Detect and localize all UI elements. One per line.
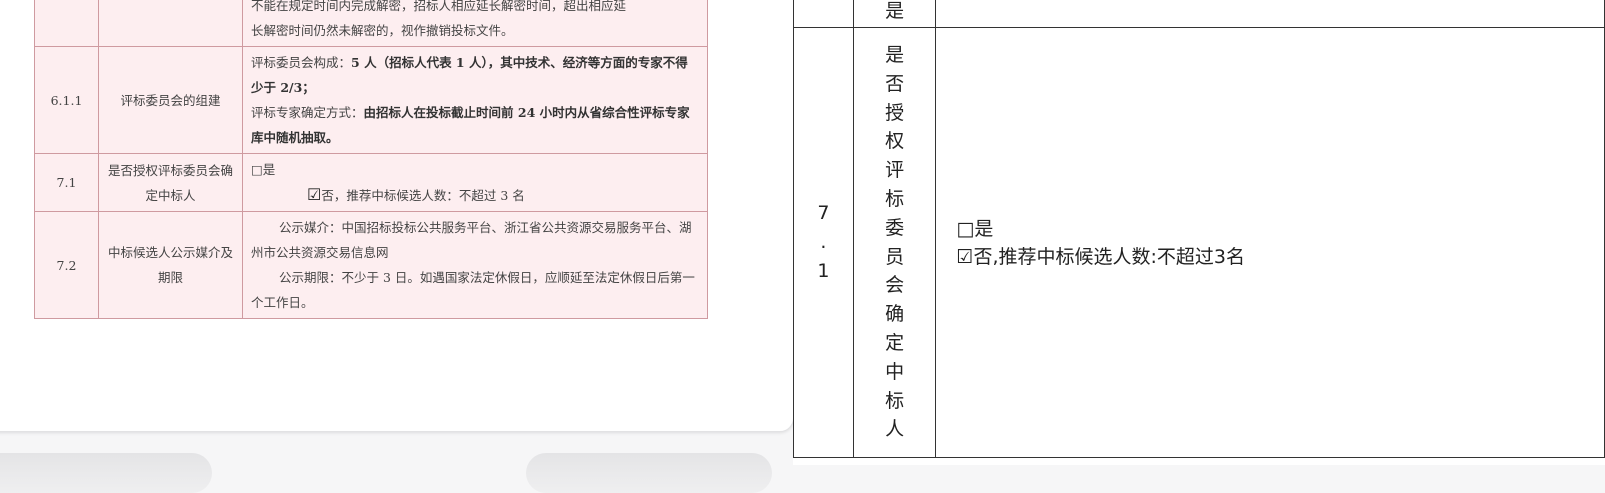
option-yes: □是 <box>251 162 276 177</box>
table-row: 7.1 是否授权评标委员会确定中标人 □是 ☑否，推荐中标候选人数：不超过 3 … <box>34 153 708 212</box>
vertical-char: 中 <box>885 360 905 383</box>
option-no: 否，推荐中标候选人数：不超过 3 名 <box>321 188 525 203</box>
vertical-char: 授 <box>885 101 905 124</box>
table-row: 是 <box>793 0 1605 28</box>
checkbox-checked-icon: ☑ <box>307 185 322 204</box>
vertical-char: 委 <box>885 216 905 239</box>
vertical-char: . <box>820 231 827 254</box>
clause-content: 公示媒介：中国招标投标公共服务平台、浙江省公共资源交易服务平台、湖州市公共资源交… <box>242 211 708 319</box>
vertical-char: 标 <box>885 187 905 210</box>
vertical-char: 否 <box>885 72 905 95</box>
table-row: 不能在规定时间内完成解密，招标人相应延长解密时间，超出相应延 长解密时间仍然未解… <box>34 0 708 47</box>
document-preview-pane: 不能在规定时间内完成解密，招标人相应延长解密时间，超出相应延 长解密时间仍然未解… <box>0 0 794 493</box>
clause-number: 7.2 <box>34 211 99 319</box>
clause-content: 评标委员会构成：5 人（招标人代表 1 人），其中技术、经济等方面的专家不得少于… <box>242 46 708 154</box>
extracted-table: 是 7.1 是否授权评标委员会确定中标人 □是 ☑否,推荐中标候选人数:不超过3… <box>793 0 1605 459</box>
table-row: 7.1 是否授权评标委员会确定中标人 □是 ☑否,推荐中标候选人数:不超过3名 <box>793 26 1605 459</box>
bid-info-table: 不能在规定时间内完成解密，招标人相应延长解密时间，超出相应延 长解密时间仍然未解… <box>34 0 708 319</box>
cell-clause-label: 是否授权评标委员会确定中标人 <box>852 26 937 459</box>
cell-label: 是 <box>852 0 937 28</box>
clause-content: □是 ☑否，推荐中标候选人数：不超过 3 名 <box>242 153 708 212</box>
clause-label: 评标委员会的组建 <box>98 46 243 154</box>
decrypt-rule-text: 不能在规定时间内完成解密，招标人相应延长解密时间，超出相应延 长解密时间仍然未解… <box>242 0 708 47</box>
clause-number: 7.1 <box>34 153 99 212</box>
clause-label: 中标候选人公示媒介及期限 <box>98 211 243 319</box>
vertical-char: 确 <box>885 303 905 326</box>
document-page-card: 不能在规定时间内完成解密，招标人相应延长解密时间，超出相应延 长解密时间仍然未解… <box>0 0 794 432</box>
vertical-char: 7 <box>817 202 830 225</box>
vertical-char: 权 <box>885 130 905 153</box>
extracted-table-pane: 是 7.1 是否授权评标委员会确定中标人 □是 ☑否,推荐中标候选人数:不超过3… <box>793 0 1605 465</box>
previous-page-button[interactable] <box>0 453 212 493</box>
option-no: ☑否,推荐中标候选人数:不超过3名 <box>956 245 1245 268</box>
cell-clause-content: □是 ☑否,推荐中标候选人数:不超过3名 <box>935 26 1605 459</box>
cell-clause-number: 7.1 <box>793 26 854 459</box>
next-page-button[interactable] <box>526 453 772 493</box>
clause-number: 6.1.1 <box>34 46 99 154</box>
vertical-char: 评 <box>885 159 905 182</box>
vertical-char: 会 <box>885 274 905 297</box>
option-yes: □是 <box>956 217 994 240</box>
vertical-char: 员 <box>885 245 905 268</box>
clause-label: 是否授权评标委员会确定中标人 <box>98 153 243 212</box>
vertical-char: 1 <box>817 260 830 283</box>
table-row: 7.2 中标候选人公示媒介及期限 公示媒介：中国招标投标公共服务平台、浙江省公共… <box>34 211 708 319</box>
table-row: 6.1.1 评标委员会的组建 评标委员会构成：5 人（招标人代表 1 人），其中… <box>34 46 708 154</box>
vertical-char: 标 <box>885 389 905 412</box>
vertical-char: 是 <box>885 44 905 66</box>
vertical-char: 定 <box>885 331 905 354</box>
vertical-char: 人 <box>885 418 905 441</box>
